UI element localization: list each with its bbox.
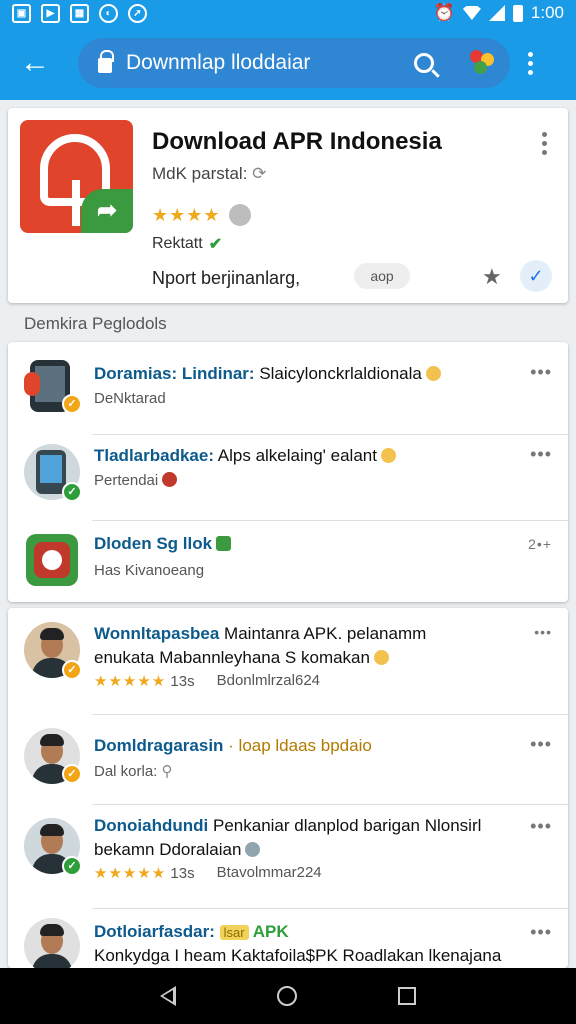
green-app-icon: [24, 532, 80, 588]
phone-app-icon: ✓: [24, 444, 82, 502]
list-card-2: ✓ Wonnltapasbea Maintanra APK. pelanamm …: [8, 608, 568, 968]
search-bar[interactable]: Downmlap lloddaiar: [78, 38, 510, 88]
list-card-1: ✓ Doramias: Lindinar: Slaicylonckrlaldio…: [8, 342, 568, 602]
recents-icon[interactable]: [397, 987, 416, 1005]
search-input[interactable]: Downmlap lloddaiar: [126, 51, 414, 75]
app-description: Nport berjinanlarg,: [152, 268, 301, 288]
more-icon[interactable]: •••: [534, 624, 552, 640]
avatar: [24, 918, 80, 968]
verified-badge-icon: ✓: [62, 764, 82, 784]
list-item[interactable]: ✓ Domldragarasin · loap ldaas bpdaio Dal…: [8, 714, 568, 804]
chat-icon: ◐: [99, 3, 118, 23]
more-icon[interactable]: •••: [530, 734, 552, 755]
signal-icon: [488, 5, 505, 21]
home-icon[interactable]: [276, 986, 297, 1006]
rating-info-icon: [228, 204, 251, 226]
battery-icon: [512, 4, 523, 22]
mail-icon: ▶: [41, 3, 60, 23]
card-more-icon[interactable]: [542, 132, 547, 155]
list-item[interactable]: ✓ Wonnltapasbea Maintanra APK. pelanamm …: [8, 608, 568, 714]
more-icon[interactable]: •••: [530, 816, 552, 837]
list-item[interactable]: Dloden Sg llok Has Kivanoeang 2•+: [8, 520, 568, 602]
developer: Rektatt ✔: [152, 235, 223, 253]
list-item[interactable]: ✓ Tladlarbadkae: Alps alkelaing' ealant …: [8, 434, 568, 522]
featured-app-card[interactable]: ➦ Download APR Indonesia MdK parstal: ⟳ …: [8, 108, 568, 303]
verified-badge-icon: ✓: [62, 660, 82, 680]
more-vert-icon[interactable]: [528, 51, 533, 75]
more-icon[interactable]: •••: [530, 922, 552, 943]
status-time: 1:00: [530, 3, 564, 22]
list-item[interactable]: Dotloiarfasdar: lsar APK Konkydga I heam…: [8, 908, 568, 968]
search-icon[interactable]: [414, 53, 434, 73]
more-icon[interactable]: 2•+: [528, 536, 552, 552]
tag-chip[interactable]: aop: [354, 263, 410, 289]
app-title: Download APR Indonesia: [152, 128, 442, 155]
app-bar: ← Downmlap lloddaiar: [0, 26, 576, 100]
list-item[interactable]: ✓ Doramias: Lindinar: Slaicylonckrlaldio…: [8, 342, 568, 432]
wifi-icon: [462, 6, 481, 20]
compass-icon: ➚: [128, 3, 147, 23]
installed-check-icon[interactable]: ✓: [520, 260, 552, 292]
notification-icon: ▣: [12, 3, 31, 23]
navigation-bar: [0, 968, 576, 1024]
verified-badge-icon: ✓: [62, 856, 82, 876]
alarm-icon: ⏰: [433, 3, 455, 22]
app-rating: ★★★★: [152, 204, 251, 226]
profile-icon[interactable]: [470, 50, 496, 76]
favorite-star-icon[interactable]: ★: [482, 264, 502, 290]
status-bar: ▣ ▶ ▦ ◐ ➚ ⏰ 1:00: [0, 0, 576, 26]
verified-icon: ✔: [208, 236, 223, 253]
app-icon[interactable]: ➦: [20, 120, 133, 233]
share-badge-icon: ➦: [81, 189, 133, 233]
section-label: Demkira Peglodols: [24, 314, 167, 333]
more-icon[interactable]: •••: [530, 362, 552, 383]
rating-stars: ★★★★: [152, 204, 221, 225]
photo-icon: ▦: [70, 3, 89, 23]
lock-icon: [98, 50, 114, 73]
phone-app-icon: ✓: [24, 358, 82, 414]
back-icon[interactable]: [160, 986, 177, 1006]
back-arrow-icon[interactable]: ←: [10, 38, 60, 88]
more-icon[interactable]: •••: [530, 444, 552, 465]
list-item[interactable]: ✓ Donoiahdundi Penkaniar dlanplod bariga…: [8, 804, 568, 908]
app-subtitle: MdK parstal: ⟳: [152, 164, 267, 183]
